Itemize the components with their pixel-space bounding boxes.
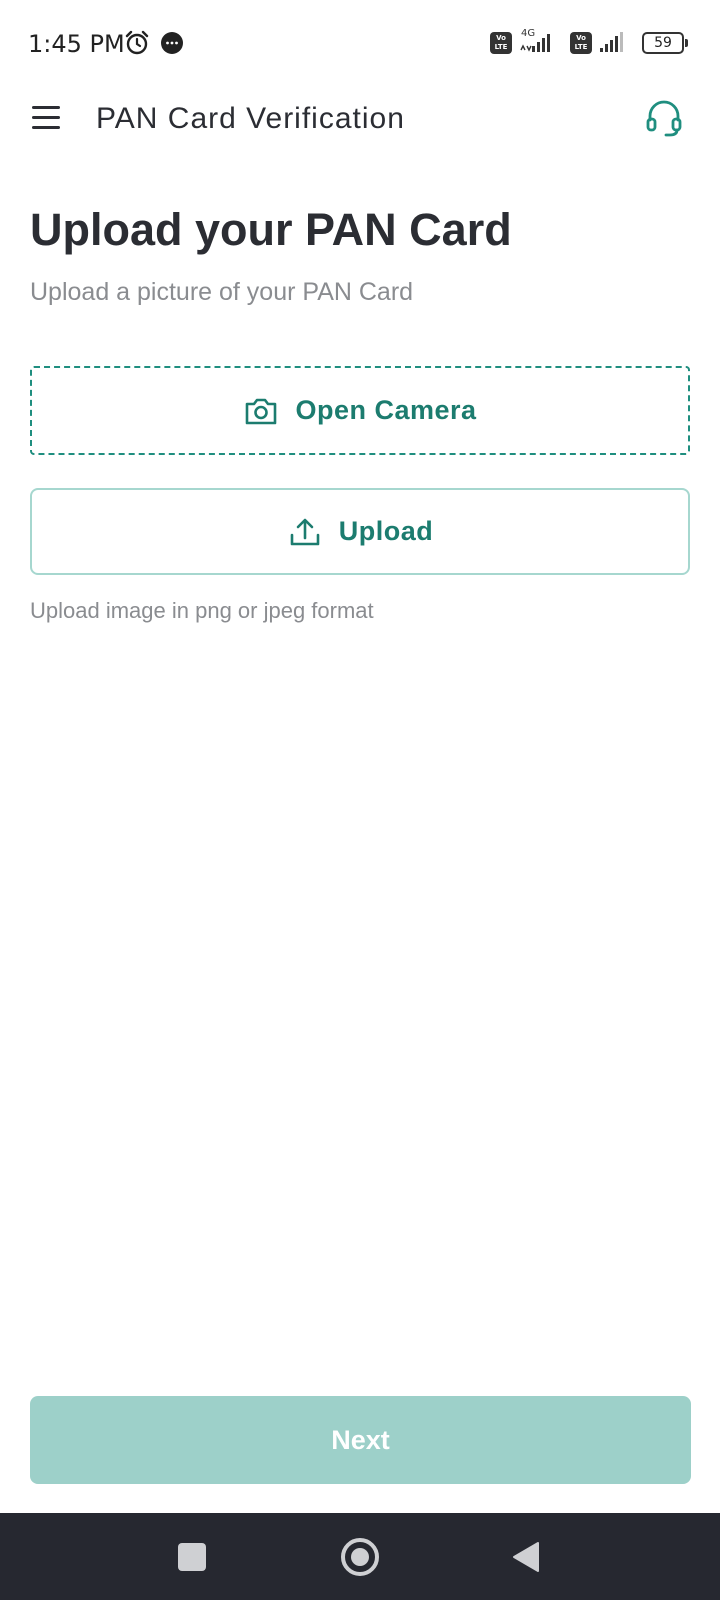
battery-tip bbox=[685, 39, 688, 47]
open-camera-button[interactable]: Open Camera bbox=[30, 366, 690, 455]
upload-icon bbox=[290, 518, 320, 545]
upload-label: Upload bbox=[338, 516, 434, 546]
volte-icon: Vo LTE bbox=[490, 32, 512, 54]
camera-icon bbox=[246, 398, 277, 424]
status-bar: 1:45 PM Vo LTE 4G Vo LTE 59 bbox=[0, 0, 720, 86]
volte-icon-2: Vo LTE bbox=[570, 32, 592, 54]
page-subtitle: Upload a picture of your PAN Card bbox=[30, 278, 414, 306]
open-camera-label: Open Camera bbox=[295, 395, 477, 425]
battery-icon: 59 bbox=[642, 32, 684, 54]
app-title: PAN Card Verification bbox=[96, 102, 405, 135]
app-bar: PAN Card Verification bbox=[0, 88, 720, 152]
back-icon[interactable] bbox=[512, 1541, 540, 1573]
headset-icon[interactable] bbox=[644, 98, 684, 138]
next-button[interactable]: Next bbox=[30, 1396, 691, 1484]
upload-button[interactable]: Upload bbox=[30, 488, 690, 575]
hamburger-menu-icon[interactable] bbox=[30, 104, 62, 130]
message-icon bbox=[161, 32, 183, 54]
navigation-bar bbox=[0, 1513, 720, 1600]
alarm-icon bbox=[125, 30, 149, 55]
signal-icon-2 bbox=[600, 32, 623, 52]
status-icons: Vo LTE 4G Vo LTE 59 bbox=[490, 28, 690, 58]
status-time: 1:45 PM bbox=[28, 30, 125, 58]
home-icon[interactable] bbox=[341, 1538, 379, 1576]
signal-icon bbox=[520, 34, 550, 52]
recents-icon[interactable] bbox=[178, 1543, 206, 1571]
format-hint: Upload image in png or jpeg format bbox=[30, 598, 374, 623]
page-heading: Upload your PAN Card bbox=[30, 204, 512, 255]
